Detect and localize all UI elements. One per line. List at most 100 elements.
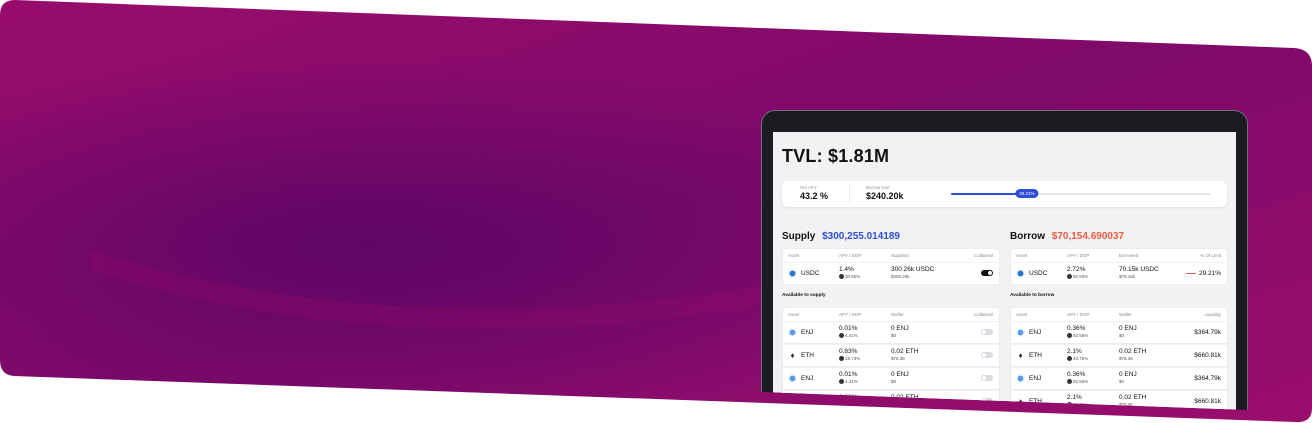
dop-icon <box>839 274 844 280</box>
dop-value: 4.41% <box>839 333 858 339</box>
table-header: Asset APY / DOP Borrowed % Of Limit <box>1010 248 1228 262</box>
amount-value: 0 ENJ <box>891 371 909 378</box>
collateral-toggle[interactable] <box>981 375 993 381</box>
borrow-limit-progress: 29.21% <box>951 189 1211 198</box>
amount-cell: 70.15k USDC $70.15k <box>1119 266 1159 279</box>
borrow-limit-badge: 29.21% <box>1015 189 1039 198</box>
apy-cell: 0.01% 4.41% <box>839 325 858 339</box>
liquidity-cell: $364.79k <box>1194 375 1221 382</box>
column-header: Borrowed <box>1119 253 1139 258</box>
amount-cell: 300.26k USDC $300.26k <box>891 266 934 279</box>
dop-value: 43.75% <box>1067 356 1088 362</box>
collateral-toggle[interactable] <box>981 270 993 276</box>
dop-icon <box>839 379 844 385</box>
table-header: Asset APY / DOP Wallet Liquidity <box>1010 307 1228 321</box>
usdc-icon <box>1016 269 1025 278</box>
table-header: Asset APY / DOP Wallet Collateral <box>782 307 1000 321</box>
usdc-icon <box>788 269 797 278</box>
asset-cell: ♦ ETH <box>1016 351 1042 360</box>
amount-value: 0.02 ETH <box>1119 394 1147 401</box>
asset-name: ETH <box>1029 352 1042 360</box>
table-row[interactable]: ENJ 0.36% 92.56% 0 ENJ $0 $364.79k <box>1010 321 1228 344</box>
amount-cell: 0.02 ETH$75.36 <box>1119 348 1146 361</box>
dop-icon <box>839 333 844 339</box>
dop-value: 4.41% <box>839 379 858 385</box>
dop-icon <box>1067 356 1072 362</box>
available-label: Available to supply <box>782 293 826 298</box>
asset-cell: ENJ <box>788 374 813 383</box>
column-header: % Of Limit <box>1200 253 1221 258</box>
supply-heading: Supply $300,255.014189 <box>782 231 900 242</box>
amount-value: 0.02 ETH <box>891 348 919 355</box>
amount-sub: $0 <box>1119 379 1125 384</box>
column-header: APY / DOP <box>839 253 862 258</box>
amount-value: 0 ENJ <box>891 325 909 332</box>
table-row[interactable]: ENJ 0.01% 4.41% 0 ENJ $0 <box>782 321 1000 344</box>
enj-icon <box>788 374 797 383</box>
dashboard-screen: TVL: $1.81M Net APY 43.2 % Borrow limit … <box>773 132 1236 410</box>
table-row[interactable]: USDC 1.4% 30.55% 300.26k USDC $300.26k <box>782 262 1000 285</box>
asset-cell: ♦ ETH <box>788 351 814 360</box>
table-row[interactable]: ENJ 0.36% 92.56% 0 ENJ $0 $364.79k <box>1010 367 1228 390</box>
apy-value: 2.72% <box>1067 266 1086 273</box>
amount-sub: $300.26k <box>891 274 910 279</box>
asset-name: ENJ <box>801 375 814 383</box>
amount-cell: 0 ENJ $0 <box>1119 371 1137 384</box>
liquidity-cell: $660.81k <box>1194 398 1221 405</box>
borrow-amount: $70,154.690037 <box>1051 231 1125 242</box>
amount-cell: 0 ENJ $0 <box>1119 325 1137 338</box>
table-row[interactable]: ♦ ETH 0.83%19.73% 0.02 ETH$75.36 <box>782 344 1000 367</box>
enj-icon <box>1016 374 1025 383</box>
column-header: Liquidity <box>1204 312 1221 317</box>
asset-name: USDC <box>801 270 820 278</box>
amount-sub: $75.36 <box>1119 356 1133 361</box>
column-header: Collateral <box>973 253 993 258</box>
dop-icon <box>1067 333 1072 339</box>
column-header: Collateral <box>973 312 993 317</box>
net-apy-stat: Net APY 43.2 % <box>800 185 828 201</box>
apy-value: 1.4% <box>839 266 854 273</box>
table-row[interactable]: ENJ 0.01% 4.41% 0 ENJ $0 <box>782 367 1000 390</box>
asset-name: USDC <box>1029 270 1048 278</box>
column-header: Wallet <box>1119 312 1132 317</box>
column-header: Asset <box>1016 312 1028 317</box>
eth-icon: ♦ <box>1018 351 1023 360</box>
table-row[interactable]: ♦ ETH 2.1%43.75% 0.02 ETH$75.36 $660.81k <box>1010 344 1228 367</box>
available-label: Available to borrow <box>1010 293 1055 298</box>
amount-sub: $0 <box>1119 333 1125 338</box>
apy-cell: 0.83%19.73% <box>839 348 861 362</box>
dop-value: 50.83% <box>1067 274 1088 280</box>
table-header: Asset APY / DOP Supplied Collateral <box>782 248 1000 262</box>
dop-value: 92.56% <box>1067 333 1088 339</box>
asset-cell: USDC <box>1016 269 1047 278</box>
limit-bar <box>1185 272 1196 274</box>
dop-text: 19.73% <box>845 356 861 361</box>
spacer: Available to borrow <box>1010 285 1228 307</box>
table-row[interactable]: USDC 2.72% 50.83% 70.15k USDC $70.15k 29.21% <box>1010 262 1228 285</box>
limit-value: 29.21% <box>1198 270 1221 277</box>
limit-cell: 29.21% <box>1185 270 1221 277</box>
amount-sub: $70.15k <box>1119 274 1136 279</box>
column-header: Supplied <box>891 253 909 258</box>
borrow-heading: Borrow $70,154.690037 <box>1010 231 1124 242</box>
column-header: Asset <box>788 253 800 258</box>
enj-icon <box>788 328 797 337</box>
collateral-toggle[interactable] <box>981 352 993 358</box>
column-header: APY / DOP <box>839 312 862 317</box>
dop-text: 4.41% <box>845 379 858 384</box>
amount-cell: 0 ENJ $0 <box>891 325 909 338</box>
collateral-toggle[interactable] <box>981 329 993 335</box>
asset-cell: USDC <box>788 269 819 278</box>
tvl-heading: TVL: $1.81M <box>782 146 890 166</box>
column-header: APY / DOP <box>1067 312 1090 317</box>
amount-sub: $0 <box>891 379 897 384</box>
apy-value: 0.36% <box>1067 325 1086 332</box>
borrow-title: Borrow <box>1010 231 1045 242</box>
amount-value: 0.02 ETH <box>1119 348 1147 355</box>
dop-value: 19.73% <box>839 356 861 362</box>
divider <box>849 184 850 204</box>
dop-text: 30.55% <box>845 274 861 279</box>
apy-cell: 2.1%43.75% <box>1067 348 1088 362</box>
apy-cell: 0.01% 4.41% <box>839 371 858 385</box>
apy-value: 0.01% <box>839 371 858 378</box>
